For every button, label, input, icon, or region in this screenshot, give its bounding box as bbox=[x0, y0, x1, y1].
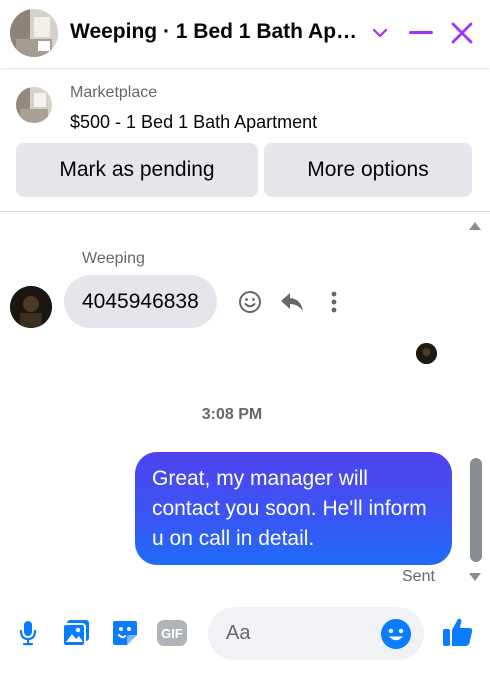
marketplace-label: Marketplace bbox=[70, 84, 158, 101]
listing-title[interactable]: $500 - 1 Bed 1 Bath Apartment bbox=[70, 112, 317, 133]
message-thread[interactable]: Weeping 4045946838 3:08 PM Great, my man… bbox=[0, 213, 490, 596]
more-options-button[interactable]: More options bbox=[264, 143, 472, 197]
scrollbar-thumb[interactable] bbox=[470, 458, 482, 562]
message-timestamp: 3:08 PM bbox=[201, 406, 263, 423]
emoji-icon[interactable] bbox=[380, 618, 412, 650]
gif-icon[interactable]: GIF bbox=[157, 618, 187, 648]
more-dots-icon[interactable] bbox=[321, 289, 347, 315]
sender-avatar[interactable] bbox=[10, 286, 52, 328]
sticker-icon[interactable] bbox=[110, 618, 140, 648]
thumbs-up-icon[interactable] bbox=[441, 615, 475, 649]
gif-label: GIF bbox=[161, 626, 183, 641]
microphone-icon[interactable] bbox=[13, 618, 43, 648]
mark-as-pending-button[interactable]: Mark as pending bbox=[16, 143, 258, 197]
minimize-icon[interactable] bbox=[406, 18, 436, 48]
read-receipt-avatar bbox=[416, 343, 437, 364]
chat-title[interactable]: Weeping · 1 Bed 1 Bath Ap… bbox=[70, 20, 360, 44]
marketplace-card: Marketplace $500 - 1 Bed 1 Bath Apartmen… bbox=[0, 68, 490, 212]
close-icon[interactable] bbox=[447, 18, 477, 48]
message-input-wrapper bbox=[208, 607, 424, 660]
reply-icon[interactable] bbox=[279, 289, 305, 315]
message-input[interactable] bbox=[226, 607, 376, 660]
listing-thumbnail[interactable] bbox=[16, 87, 52, 123]
scroll-up-arrow[interactable] bbox=[467, 219, 483, 233]
outgoing-message[interactable]: Great, my manager will contact you soon.… bbox=[135, 452, 452, 565]
message-composer: GIF bbox=[0, 596, 490, 675]
chevron-down-icon[interactable] bbox=[365, 18, 395, 48]
listing-avatar[interactable] bbox=[10, 9, 58, 57]
sent-status: Sent bbox=[402, 568, 435, 585]
smiley-react-icon[interactable] bbox=[237, 289, 263, 315]
scroll-down-arrow[interactable] bbox=[467, 570, 483, 584]
incoming-message[interactable]: 4045946838 bbox=[64, 275, 217, 328]
image-icon[interactable] bbox=[61, 618, 91, 648]
chat-header: Weeping · 1 Bed 1 Bath Ap… bbox=[0, 0, 490, 68]
sender-name: Weeping bbox=[82, 250, 145, 267]
